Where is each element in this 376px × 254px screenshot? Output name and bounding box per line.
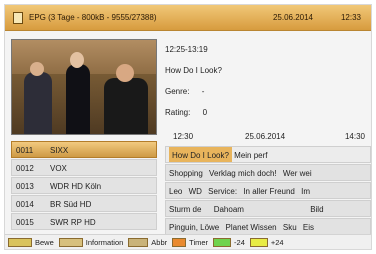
timeline-header: 12:30 25.06.2014 14:30: [165, 132, 371, 144]
channel-number: 0015: [16, 218, 34, 227]
footer-bar: Bewe Information Abbr Timer -24 +24: [5, 234, 371, 249]
menu-key-icon[interactable]: [128, 237, 149, 247]
program-info-panel: 12:25-13:19 How Do I Look? Genre: - Rati…: [165, 39, 365, 123]
footer-plus24-label: +24: [270, 237, 284, 247]
epg-row: Leo WD Service: In aller Freund Im: [165, 182, 371, 199]
person-silhouette: [24, 72, 52, 134]
epg-program-cell[interactable]: Dahoam: [214, 201, 248, 216]
epg-program-cell[interactable]: Shopping: [169, 165, 207, 180]
footer-info-label: Information: [85, 237, 124, 247]
epg-header: EPG (3 Tage - 800kB - 9555/27388) 25.06.…: [5, 5, 371, 31]
epg-program-cell[interactable]: Bild: [310, 201, 327, 216]
footer-cancel-label: Abbr: [151, 237, 168, 247]
person-head: [116, 64, 134, 82]
header-date: 25.06.2014: [272, 13, 313, 22]
epg-grid: How Do I Look? Mein perf Shopping Verkla…: [165, 146, 371, 236]
epg-row: Sturm de Dahoam Bild: [165, 200, 371, 217]
genre-label: Genre:: [165, 87, 190, 96]
epg-program-cell[interactable]: How Do I Look?: [169, 147, 232, 162]
footer-move-label: Bewe: [35, 237, 54, 247]
epg-icon: [13, 12, 23, 24]
person-silhouette: [66, 64, 90, 134]
header-time: 12:33: [340, 13, 361, 22]
epg-row: Pinguin, Löwe Planet Wissen Sku Eis: [165, 218, 371, 235]
channel-name: WDR HD Köln: [50, 182, 102, 191]
program-rating: Rating: 0: [165, 102, 365, 123]
program-title: How Do I Look?: [165, 66, 222, 75]
channel-name: VOX: [50, 164, 67, 173]
epg-screen: EPG (3 Tage - 800kB - 9555/27388) 25.06.…: [4, 4, 372, 250]
epg-program-cell[interactable]: Planet Wissen: [226, 219, 281, 234]
channel-item[interactable]: 0013 WDR HD Köln: [11, 177, 157, 194]
rating-label: Rating:: [165, 108, 191, 117]
epg-program-cell[interactable]: In aller Freund: [243, 183, 299, 198]
timeline-end: 14:30: [344, 132, 365, 141]
person-silhouette: [104, 78, 148, 134]
person-head: [70, 52, 84, 68]
rating-value: 0: [202, 108, 208, 117]
epg-program-cell[interactable]: Service:: [208, 183, 241, 198]
green-key-icon[interactable]: [213, 237, 232, 247]
epg-program-cell[interactable]: Eis: [303, 219, 318, 234]
channel-number: 0012: [16, 164, 34, 173]
epg-row: Shopping Verklag mich doch! Wer wei: [165, 164, 371, 181]
genre-value: -: [201, 87, 205, 96]
move-key-icon[interactable]: [8, 237, 32, 247]
epg-program-cell[interactable]: Mein perf: [234, 147, 271, 162]
channel-name: SWR RP HD: [50, 218, 96, 227]
epg-program-cell[interactable]: Im: [301, 183, 314, 198]
epg-program-cell[interactable]: Verklag mich doch!: [209, 165, 281, 180]
epg-program-cell[interactable]: Wer wei: [283, 165, 316, 180]
epg-program-cell[interactable]: Sku: [283, 219, 301, 234]
header-title: EPG (3 Tage - 800kB - 9555/27388): [29, 13, 157, 22]
program-genre: Genre: -: [165, 81, 365, 102]
channel-name: BR Süd HD: [50, 200, 92, 209]
timeline-start: 12:30: [173, 132, 194, 141]
channel-item[interactable]: 0011 SIXX: [11, 141, 157, 158]
channel-item[interactable]: 0014 BR Süd HD: [11, 195, 157, 212]
channel-item[interactable]: 0012 VOX: [11, 159, 157, 176]
epg-row: How Do I Look? Mein perf: [165, 146, 371, 163]
program-time-range: 12:25-13:19: [165, 45, 208, 54]
channel-name: SIXX: [50, 146, 69, 155]
person-head: [30, 62, 44, 76]
yellow-key-icon[interactable]: [249, 237, 268, 247]
epg-program-cell[interactable]: Pinguin, Löwe: [169, 219, 223, 234]
channel-number: 0014: [16, 200, 34, 209]
channel-item[interactable]: 0015 SWR RP HD: [11, 213, 157, 230]
epg-program-cell[interactable]: Leo: [169, 183, 186, 198]
epg-program-cell[interactable]: Sturm de: [169, 201, 205, 216]
channel-number: 0013: [16, 182, 34, 191]
channel-list: 0011 SIXX 0012 VOX 0013 WDR HD Köln 0014…: [11, 141, 157, 231]
tv-preview: [11, 39, 157, 135]
footer-minus24-label: -24: [234, 237, 245, 247]
info-key-icon[interactable]: [58, 237, 83, 247]
epg-program-cell[interactable]: WD: [189, 183, 206, 198]
timeline-date: 25.06.2014: [245, 132, 286, 141]
red-key-icon[interactable]: [172, 237, 187, 247]
footer-timer-label: Timer: [189, 237, 209, 247]
channel-number: 0011: [16, 146, 34, 155]
